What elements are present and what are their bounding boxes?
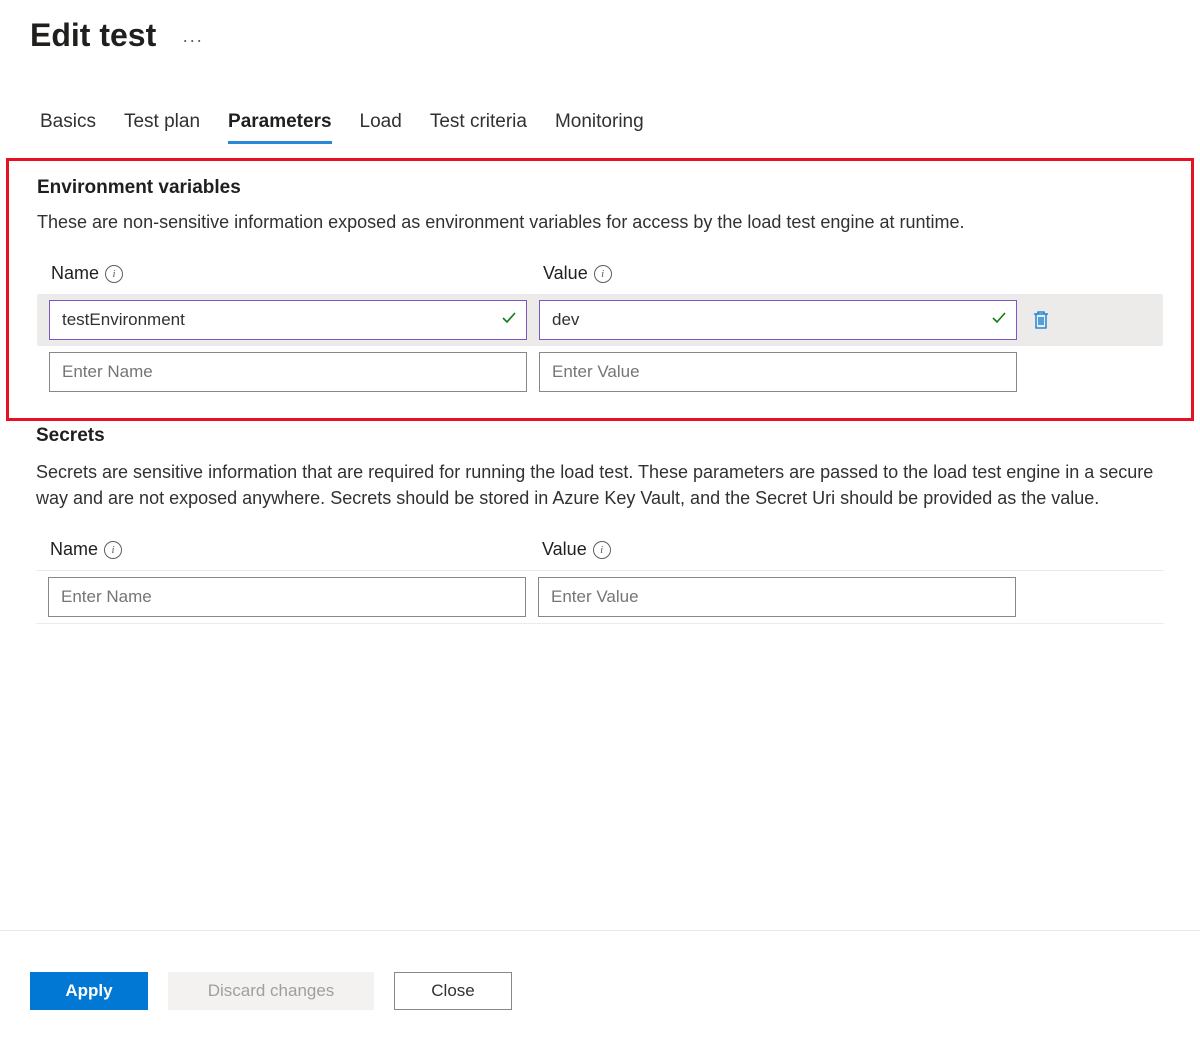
env-var-row xyxy=(37,294,1163,346)
env-var-value-input-new[interactable] xyxy=(539,352,1017,392)
discard-button[interactable]: Discard changes xyxy=(168,972,374,1010)
tab-monitoring[interactable]: Monitoring xyxy=(555,111,644,144)
tab-test-plan[interactable]: Test plan xyxy=(124,111,200,144)
tab-parameters[interactable]: Parameters xyxy=(228,111,332,144)
secret-new-row xyxy=(36,570,1164,624)
tab-bar: Basics Test plan Parameters Load Test cr… xyxy=(0,55,1200,144)
footer-divider xyxy=(0,930,1200,931)
env-vars-heading: Environment variables xyxy=(37,177,1163,199)
env-var-name-input-new[interactable] xyxy=(49,352,527,392)
page-title: Edit test xyxy=(30,17,156,54)
delete-row-button[interactable] xyxy=(1029,308,1053,332)
env-name-column-label: Name xyxy=(51,263,99,284)
footer-actions: Apply Discard changes Close xyxy=(30,972,512,1010)
info-icon[interactable]: i xyxy=(593,541,611,559)
env-vars-description: These are non-sensitive information expo… xyxy=(37,209,1163,235)
info-icon[interactable]: i xyxy=(104,541,122,559)
secret-name-column-label: Name xyxy=(50,539,98,560)
apply-button[interactable]: Apply xyxy=(30,972,148,1010)
secret-name-input[interactable] xyxy=(48,577,526,617)
secrets-section: Secrets Secrets are sensitive informatio… xyxy=(0,421,1200,624)
more-actions-button[interactable]: ··· xyxy=(176,26,209,55)
secrets-description: Secrets are sensitive information that a… xyxy=(36,459,1164,511)
info-icon[interactable]: i xyxy=(594,265,612,283)
secrets-heading: Secrets xyxy=(36,425,1164,447)
env-var-value-input[interactable] xyxy=(539,300,1017,340)
secret-value-column-label: Value xyxy=(542,539,587,560)
tab-load[interactable]: Load xyxy=(360,111,402,144)
env-value-column-label: Value xyxy=(543,263,588,284)
secret-value-input[interactable] xyxy=(538,577,1016,617)
info-icon[interactable]: i xyxy=(105,265,123,283)
tab-basics[interactable]: Basics xyxy=(40,111,96,144)
env-var-new-row xyxy=(37,346,1163,398)
check-icon xyxy=(991,310,1007,331)
env-vars-columns: Name i Value i xyxy=(37,263,1163,284)
close-button[interactable]: Close xyxy=(394,972,512,1010)
tab-test-criteria[interactable]: Test criteria xyxy=(430,111,527,144)
env-vars-section: Environment variables These are non-sens… xyxy=(6,158,1194,421)
secrets-columns: Name i Value i xyxy=(36,539,1164,560)
check-icon xyxy=(501,310,517,331)
env-var-name-input[interactable] xyxy=(49,300,527,340)
